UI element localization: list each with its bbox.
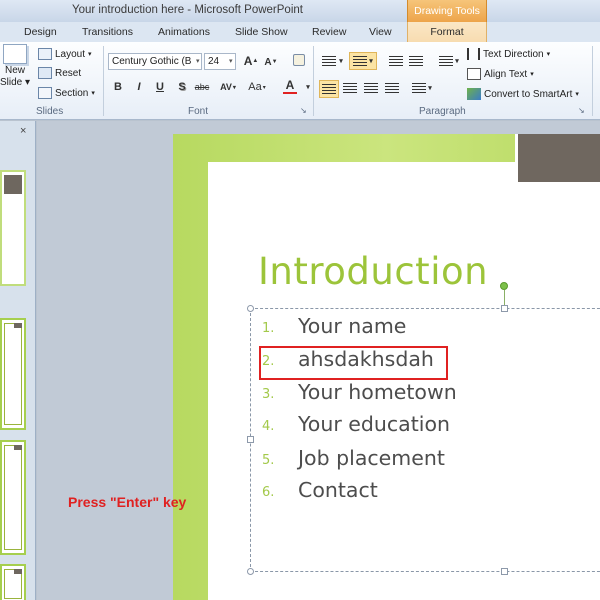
tab-design[interactable]: Design	[24, 26, 57, 38]
new-slide-icon	[3, 44, 27, 64]
new-slide-label-2: Slide ▾	[0, 77, 31, 88]
tab-review[interactable]: Review	[312, 26, 346, 38]
tab-view[interactable]: View	[369, 26, 392, 38]
change-case-button[interactable]: Aa ▾	[246, 79, 268, 95]
shrink-font-button[interactable]: A ▼	[262, 54, 280, 70]
group-separator	[103, 46, 104, 116]
group-separator	[313, 46, 314, 116]
new-slide-label-1: New	[4, 65, 25, 76]
group-separator	[592, 46, 593, 116]
text-direction-button[interactable]: Text Direction ▾	[467, 48, 550, 60]
shadow-button[interactable]: S	[173, 79, 191, 95]
text-direction-label: Text Direction	[483, 48, 544, 60]
font-color-button[interactable]: A	[281, 78, 299, 94]
increase-indent-icon[interactable]	[407, 53, 425, 69]
section-icon	[38, 87, 52, 99]
reset-button[interactable]: Reset	[38, 67, 81, 79]
list-text: Contact	[298, 478, 378, 502]
align-text-label: Align Text	[484, 68, 528, 80]
smartart-icon	[467, 88, 481, 100]
slide-thumbnail[interactable]	[0, 440, 26, 555]
resize-handle[interactable]	[501, 305, 508, 312]
layout-button[interactable]: Layout ▾	[38, 48, 92, 60]
layout-label: Layout	[55, 48, 86, 60]
align-left-button[interactable]	[319, 80, 339, 98]
resize-handle[interactable]	[247, 436, 254, 443]
font-color-dropdown-icon[interactable]: ▾	[299, 79, 317, 95]
ribbon-tabs: Design Transitions Animations Slide Show…	[0, 22, 600, 42]
line-spacing-icon[interactable]: ▾	[437, 53, 461, 69]
convert-smartart-label: Convert to SmartArt	[484, 88, 573, 100]
align-text-icon	[467, 68, 481, 80]
resize-handle[interactable]	[247, 305, 254, 312]
list-number: 1.	[262, 321, 275, 336]
tab-transitions[interactable]: Transitions	[82, 26, 133, 38]
font-group-label: Font	[188, 106, 209, 117]
slide-thumbnail[interactable]	[0, 170, 26, 286]
strikethrough-button[interactable]: abc	[193, 79, 211, 95]
font-color-swatch	[283, 92, 297, 94]
align-left-icon	[322, 83, 336, 95]
tab-format[interactable]: Format	[407, 22, 487, 42]
columns-icon[interactable]: ▾	[410, 80, 434, 96]
font-size-value: 24	[208, 56, 220, 67]
drawing-tools-context-label: Drawing Tools	[407, 0, 487, 22]
justify-icon[interactable]	[383, 80, 401, 96]
reset-label: Reset	[55, 67, 82, 79]
italic-button[interactable]: I	[130, 79, 148, 95]
grow-font-button[interactable]: A ▲	[242, 53, 260, 69]
character-spacing-button[interactable]: AV ▾	[217, 79, 239, 95]
clear-formatting-icon[interactable]	[290, 52, 308, 68]
slide-thumbnail[interactable]	[0, 564, 26, 600]
font-name-combo[interactable]: Century Gothic (B	[108, 53, 202, 70]
slides-group-label: Slides	[36, 106, 64, 117]
title-bar: Your introduction here - Microsoft Power…	[0, 0, 600, 22]
paragraph-dialog-launcher-icon[interactable]: ↘	[578, 106, 585, 115]
list-text: Your education	[298, 412, 450, 436]
text-direction-icon	[467, 48, 480, 60]
paragraph-group-label: Paragraph	[419, 106, 466, 117]
align-text-button[interactable]: Align Text ▾	[467, 68, 534, 80]
underline-button[interactable]: U	[151, 79, 169, 95]
section-label: Section	[55, 87, 89, 99]
align-right-icon[interactable]	[362, 80, 380, 96]
font-dialog-launcher-icon[interactable]: ↘	[300, 106, 307, 115]
resize-handle[interactable]	[501, 568, 508, 575]
bullets-dropdown-icon[interactable]: ▾	[336, 53, 346, 69]
resize-handle[interactable]	[247, 568, 254, 575]
close-icon[interactable]: ×	[20, 125, 26, 137]
align-center-icon[interactable]	[341, 80, 359, 96]
list-number: 4.	[262, 419, 275, 434]
list-text: Your hometown	[298, 380, 457, 404]
numbering-button[interactable]: ▾	[349, 52, 377, 70]
new-slide-button[interactable]: New Slide ▾	[0, 44, 30, 88]
tab-animations[interactable]: Animations	[158, 26, 210, 38]
layout-icon	[38, 48, 52, 60]
section-button[interactable]: Section ▾	[38, 87, 95, 99]
bold-button[interactable]: B	[109, 79, 127, 95]
numbering-icon	[353, 55, 368, 67]
list-text: Job placement	[298, 446, 445, 470]
font-name-dropdown-icon[interactable]: ▾	[196, 57, 200, 65]
list-number: 3.	[262, 387, 275, 402]
convert-smartart-button[interactable]: Convert to SmartArt ▾	[467, 88, 579, 100]
rotation-handle[interactable]	[500, 282, 508, 290]
tab-slide-show[interactable]: Slide Show	[235, 26, 288, 38]
list-number: 5.	[262, 453, 275, 468]
reset-icon	[38, 67, 52, 79]
font-size-dropdown-icon[interactable]: ▾	[229, 57, 233, 65]
ribbon: New Slide ▾ Layout ▾ Reset Section ▾ Slide…	[0, 42, 600, 120]
slide-thumbnail[interactable]	[0, 318, 26, 430]
slide-decoration-box	[515, 134, 600, 185]
decrease-indent-icon[interactable]	[387, 53, 405, 69]
list-number: 6.	[262, 485, 275, 500]
font-name-value: Century Gothic (B	[112, 56, 192, 67]
window-title: Your introduction here - Microsoft Power…	[72, 4, 303, 16]
slide-title[interactable]: Introduction	[258, 250, 488, 293]
list-text: Your name	[298, 314, 407, 338]
highlight-annotation-box	[259, 346, 448, 380]
instruction-annotation: Press "Enter" key	[68, 494, 187, 510]
